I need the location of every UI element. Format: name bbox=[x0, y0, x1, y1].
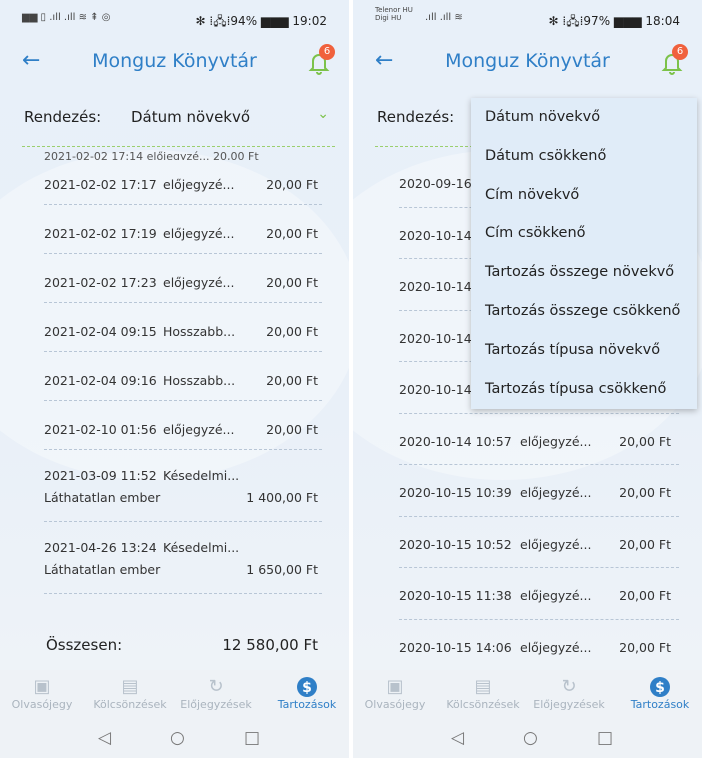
sort-label: Rendezés: bbox=[24, 108, 102, 126]
notification-bell-icon[interactable]: 6 bbox=[307, 44, 335, 76]
nav-olvasojegy[interactable]: ▣ Olvasójegy bbox=[0, 676, 86, 711]
system-navigation: ◁ ○ □ bbox=[0, 722, 349, 758]
total-amount: 12 580,00 Ft bbox=[222, 636, 318, 654]
status-right: ✻ ⁞🖧⁞97% ▆▆▆ 18:04 bbox=[548, 14, 680, 28]
notification-bell-icon[interactable]: 6 bbox=[660, 44, 688, 76]
page-title: Monguz Könyvtár bbox=[92, 50, 257, 72]
sort-option-type-asc[interactable]: Tartozás típusa növekvő bbox=[471, 331, 697, 370]
list-item[interactable]: 2020-10-15 10:39 előjegyzé... 20,00 Ft bbox=[399, 465, 679, 517]
notification-badge: 6 bbox=[319, 44, 335, 60]
list-item[interactable]: 2021-02-02 17:23 előjegyzé... 20,00 Ft bbox=[44, 254, 322, 303]
list-item[interactable]: 2021-02-02 17:17 előjegyzé... 20,00 Ft bbox=[44, 156, 322, 205]
status-carriers: Telenor HU Digi HU bbox=[375, 6, 413, 22]
divider bbox=[22, 146, 335, 147]
list-item[interactable]: 2020-10-15 11:38 előjegyzé... 20,00 Ft bbox=[399, 568, 679, 620]
svg-text:$: $ bbox=[302, 680, 312, 696]
page-title: Monguz Könyvtár bbox=[445, 50, 610, 72]
list-item[interactable]: 2021-02-02 17:19 előjegyzé... 20,00 Ft bbox=[44, 205, 322, 254]
list-item[interactable]: 2020-10-14 10:57 előjegyzé... 20,00 Ft bbox=[399, 414, 679, 465]
nav-kolcsonzesek[interactable]: ▤ Kölcsönzések bbox=[439, 676, 527, 711]
notification-badge: 6 bbox=[672, 44, 688, 60]
debt-list: 2021-02-02 17:14 előjegyzé... 20,00 Ft 2… bbox=[44, 150, 322, 594]
total-row: Összesen: 12 580,00 Ft bbox=[46, 636, 322, 654]
nav-tartozasok[interactable]: $ Tartozások bbox=[616, 676, 702, 711]
status-bar: Telenor HU Digi HU .ıll .ıll ≋ ✻ ⁞🖧⁞97% … bbox=[353, 0, 702, 38]
sort-option-amount-asc[interactable]: Tartozás összege növekvő bbox=[471, 253, 697, 292]
list-item[interactable]: 2021-02-10 01:56 előjegyzé... 20,00 Ft bbox=[44, 401, 322, 450]
sort-option-amount-desc[interactable]: Tartozás összege csökkenő bbox=[471, 292, 697, 331]
status-bar: ▆▆ ▯ .ıll .ıll ≋ ⇞ ◎ ✻ ⁞🖧⁞94% ▆▆▆ 19:02 bbox=[0, 0, 349, 38]
status-right: ✻ ⁞🖧⁞94% ▆▆▆ 19:02 bbox=[195, 14, 327, 28]
bottom-navigation: ▣ Olvasójegy ▤ Kölcsönzések ↻ Előjegyzés… bbox=[353, 670, 702, 722]
back-icon[interactable]: ◁ bbox=[98, 728, 111, 748]
book-icon: ▤ bbox=[474, 676, 492, 697]
card-icon: ▣ bbox=[386, 676, 404, 697]
dollar-icon: $ bbox=[616, 676, 702, 698]
nav-tartozasok[interactable]: $ Tartozások bbox=[263, 676, 349, 711]
nav-kolcsonzesek[interactable]: ▤ Kölcsönzések bbox=[86, 676, 174, 711]
chevron-down-icon[interactable]: ⌄ bbox=[317, 106, 329, 122]
list-item[interactable]: 2020-10-15 14:06 előjegyzé... 20,00 Ft bbox=[399, 620, 679, 671]
list-item[interactable]: 2021-02-04 09:15 Hosszabb... 20,00 Ft bbox=[44, 303, 322, 352]
sort-label: Rendezés: bbox=[377, 108, 455, 126]
sort-dropdown-menu: Dátum növekvő Dátum csökkenő Cím növekvő… bbox=[471, 98, 697, 409]
nav-elojegyzesek[interactable]: ↻ Előjegyzések bbox=[172, 676, 260, 711]
reservation-icon: ↻ bbox=[208, 676, 224, 697]
sort-option-type-desc[interactable]: Tartozás típusa csökkenő bbox=[471, 370, 697, 409]
list-item[interactable]: 2021-02-04 09:16 Hosszabb... 20,00 Ft bbox=[44, 352, 322, 401]
right-phone-screen: Telenor HU Digi HU .ıll .ıll ≋ ✻ ⁞🖧⁞97% … bbox=[353, 0, 702, 758]
system-navigation: ◁ ○ □ bbox=[353, 722, 702, 758]
nav-olvasojegy[interactable]: ▣ Olvasójegy bbox=[353, 676, 439, 711]
bottom-navigation: ▣ Olvasójegy ▤ Kölcsönzések ↻ Előjegyzés… bbox=[0, 670, 349, 722]
left-phone-screen: ▆▆ ▯ .ıll .ıll ≋ ⇞ ◎ ✻ ⁞🖧⁞94% ▆▆▆ 19:02 … bbox=[0, 0, 349, 758]
sort-option-date-asc[interactable]: Dátum növekvő bbox=[471, 98, 697, 137]
total-label: Összesen: bbox=[46, 636, 123, 654]
status-left: ▆▆ ▯ .ıll .ıll ≋ ⇞ ◎ bbox=[22, 12, 111, 23]
sort-option-title-asc[interactable]: Cím növekvő bbox=[471, 176, 697, 215]
nav-elojegyzesek[interactable]: ↻ Előjegyzések bbox=[525, 676, 613, 711]
reservation-icon: ↻ bbox=[561, 676, 577, 697]
list-item[interactable]: 2021-04-26 13:24 Késedelmi... Láthatatla… bbox=[44, 522, 322, 594]
card-icon: ▣ bbox=[33, 676, 51, 697]
sort-option-title-desc[interactable]: Cím csökkenő bbox=[471, 214, 697, 253]
list-item[interactable]: 2020-10-15 10:52 előjegyzé... 20,00 Ft bbox=[399, 517, 679, 568]
home-icon[interactable]: ○ bbox=[523, 728, 538, 748]
recents-icon[interactable]: □ bbox=[244, 728, 260, 748]
sort-value[interactable]: Dátum növekvő bbox=[131, 108, 250, 126]
book-icon: ▤ bbox=[121, 676, 139, 697]
back-icon[interactable]: ◁ bbox=[451, 728, 464, 748]
list-item[interactable]: 2021-03-09 11:52 Késedelmi... Láthatatla… bbox=[44, 450, 322, 522]
recents-icon[interactable]: □ bbox=[597, 728, 613, 748]
home-icon[interactable]: ○ bbox=[170, 728, 185, 748]
svg-text:$: $ bbox=[655, 680, 665, 696]
dollar-icon: $ bbox=[263, 676, 349, 698]
sort-option-date-desc[interactable]: Dátum csökkenő bbox=[471, 137, 697, 176]
